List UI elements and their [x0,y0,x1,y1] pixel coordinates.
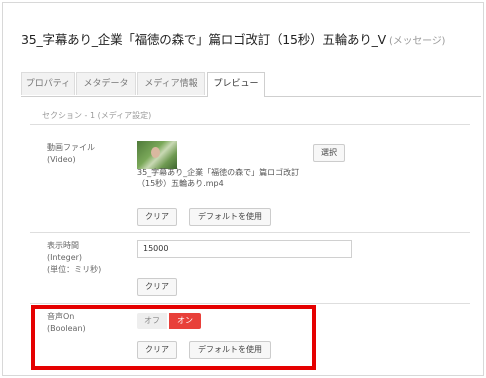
field-divider [30,303,470,304]
duration-field-label: 表示時間 (Integer) (単位：ミリ秒) [47,240,101,276]
duration-type: (Integer) [47,253,83,262]
video-default-button[interactable]: デフォルトを使用 [189,208,271,226]
section-divider [30,124,470,125]
video-filename: 35_字幕あり_企業「福徳の森で」篇ロゴ改訂 （15秒）五輪あり.mp4 [137,168,307,189]
select-video-button[interactable]: 選択 [313,144,345,162]
video-thumbnail[interactable] [137,141,177,169]
page-subtitle: (メッセージ) [389,36,446,47]
tab-properties[interactable]: プロパティ [21,72,75,95]
duration-input[interactable]: 15000 [137,240,352,258]
video-filename-line2: （15秒）五輪あり.mp4 [137,178,224,188]
video-clear-button[interactable]: クリア [137,208,177,226]
tab-preview[interactable]: プレビュー [207,72,265,97]
highlight-box [31,305,316,370]
tab-bar: プロパティ メタデータ メディア情報 プレビュー [21,72,481,97]
field-divider [30,232,470,233]
thumbnail-person [151,147,160,158]
tab-metadata[interactable]: メタデータ [76,72,136,95]
video-type: (Video) [47,155,76,164]
video-label: 動画ファイル [47,143,95,152]
page-title: 35_字幕あり_企業「福徳の森で」篇ロゴ改訂（15秒）五輪あり_V (メッセージ) [21,29,445,48]
duration-clear-button[interactable]: クリア [137,278,177,296]
duration-label: 表示時間 [47,241,79,250]
page-title-text: 35_字幕あり_企業「福徳の森で」篇ロゴ改訂（15秒）五輪あり_V [21,32,387,47]
section-title: セクション - 1 (メディア設定) [42,111,152,120]
video-field-label: 動画ファイル (Video) [47,142,95,166]
tab-media-info[interactable]: メディア情報 [137,72,205,95]
video-filename-line1: 35_字幕あり_企業「福徳の森で」篇ロゴ改訂 [137,168,300,177]
duration-unit: (単位：ミリ秒) [47,265,102,274]
